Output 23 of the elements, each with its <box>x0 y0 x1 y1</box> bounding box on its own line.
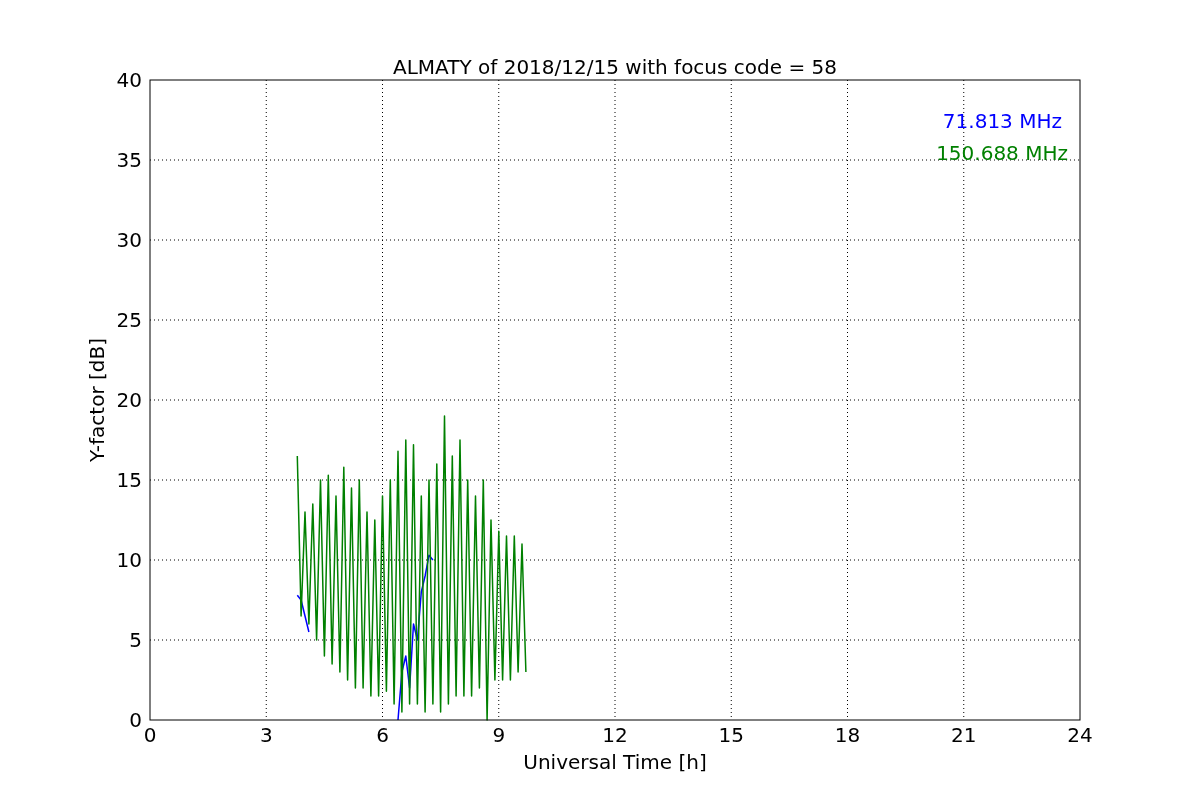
x-tick-label: 18 <box>834 723 861 747</box>
x-tick-label: 24 <box>1067 723 1093 747</box>
y-axis-label: Y-factor [dB] <box>85 338 109 462</box>
x-tick-label: 6 <box>376 723 389 747</box>
x-tick-label: 0 <box>143 723 157 747</box>
y-tick-label: 30 <box>116 228 142 252</box>
x-tick-label: 3 <box>259 723 273 747</box>
x-tick-label: 21 <box>951 723 977 747</box>
x-tick-label: 9 <box>492 723 506 747</box>
y-tick-label: 0 <box>129 708 142 732</box>
legend-label: 71.813 MHz <box>942 109 1062 133</box>
y-tick-label: 20 <box>116 388 142 412</box>
y-tick-label: 5 <box>129 628 142 652</box>
y-tick-label: 40 <box>116 68 142 92</box>
legend-label: 150.688 MHz <box>936 141 1068 165</box>
y-tick-label: 35 <box>116 148 142 172</box>
chart-title: ALMATY of 2018/12/15 with focus code = 58 <box>393 55 837 79</box>
x-tick-label: 12 <box>602 723 628 747</box>
y-tick-label: 15 <box>116 468 142 492</box>
x-tick-label: 15 <box>718 723 744 747</box>
x-axis-label: Universal Time [h] <box>523 750 707 774</box>
y-tick-label: 25 <box>116 308 142 332</box>
y-tick-label: 10 <box>116 548 142 572</box>
